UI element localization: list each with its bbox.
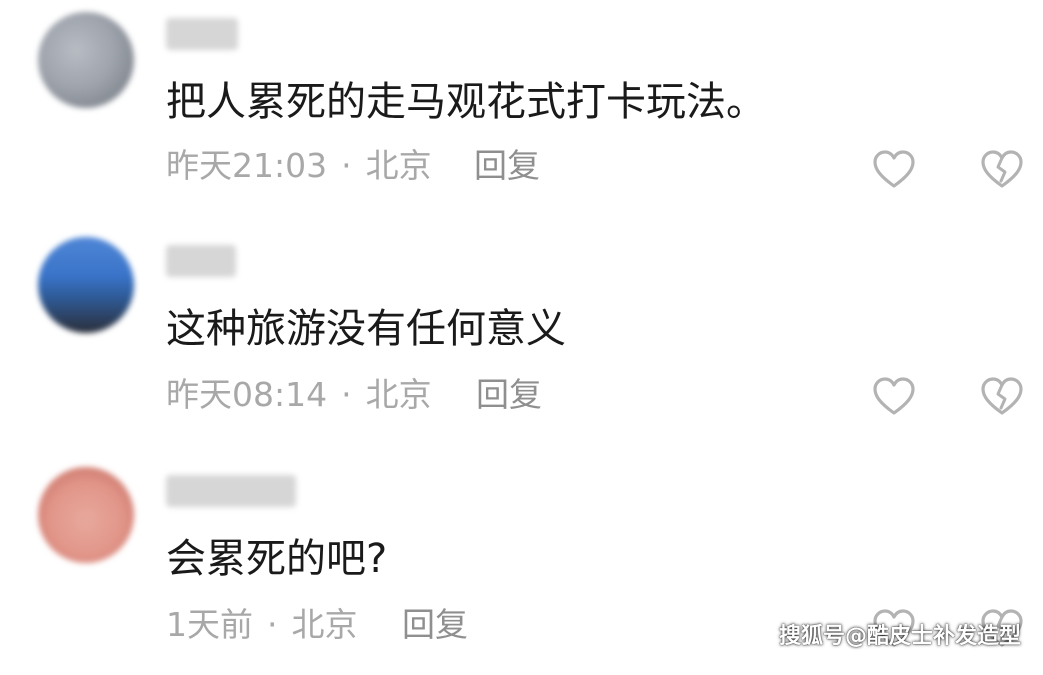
broken-heart-icon[interactable] [980,150,1024,190]
heart-outline-icon[interactable] [872,377,916,417]
comment-meta: 昨天21:03 · 北京 回复 [166,146,586,186]
broken-heart-icon[interactable] [980,377,1024,417]
comment-location: 北京 [291,605,358,644]
meta-separator: · [341,375,352,414]
comment-location: 北京 [365,146,432,185]
avatar[interactable] [38,12,134,108]
comment-time: 昨天21:03 [166,146,328,185]
watermark: 搜狐号@酷皮士补发造型 [778,624,1021,649]
reply-button[interactable]: 回复 [474,146,540,186]
username-blurred[interactable] [166,475,296,507]
comment-time: 1天前 [166,605,253,644]
comment-text: 会累死的吧? [166,536,388,582]
comment-time: 昨天08:14 [166,375,328,414]
comment-text: 把人累死的走马观花式打卡玩法。 [166,79,766,125]
comment-location: 北京 [365,375,432,414]
avatar[interactable] [38,237,134,333]
username-blurred[interactable] [166,245,236,277]
comment-item: 这种旅游没有任何意义 昨天08:14 · 北京 回复 [0,225,1043,445]
comment-item: 把人累死的走马观花式打卡玩法。 昨天21:03 · 北京 回复 [0,0,1043,220]
reply-button[interactable]: 回复 [476,375,542,415]
meta-separator: · [267,605,278,644]
reply-button[interactable]: 回复 [402,605,468,645]
avatar[interactable] [38,467,134,563]
comment-meta: 1天前 · 北京 回复 [166,605,586,645]
heart-outline-icon[interactable] [872,150,916,190]
comment-meta: 昨天08:14 · 北京 回复 [166,375,586,415]
meta-separator: · [341,146,352,185]
username-blurred[interactable] [166,18,238,50]
comment-text: 这种旅游没有任何意义 [166,306,566,352]
